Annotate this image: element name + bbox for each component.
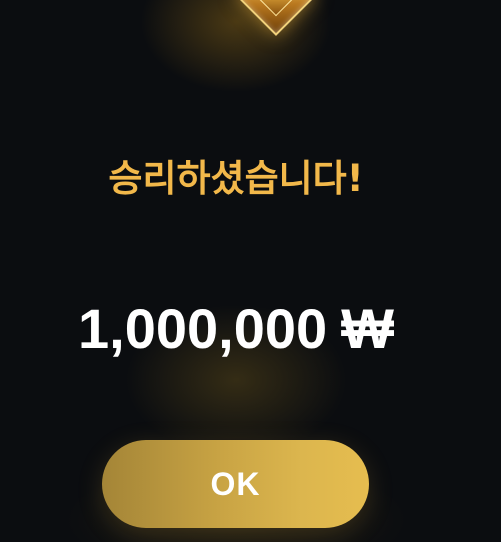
ok-button[interactable]: OK — [102, 440, 369, 528]
win-title: 승리하셨습니다! — [108, 157, 364, 200]
win-result-screen: 승리하셨습니다! 1,000,000 ₩ OK — [0, 0, 501, 542]
ok-button-label: OK — [210, 465, 261, 502]
prize-amount-value: 1,000,000 — [78, 297, 328, 360]
gold-gem-icon — [234, 0, 318, 37]
currency-symbol: ₩ — [341, 297, 394, 360]
prize-amount: 1,000,000 ₩ — [0, 296, 472, 362]
